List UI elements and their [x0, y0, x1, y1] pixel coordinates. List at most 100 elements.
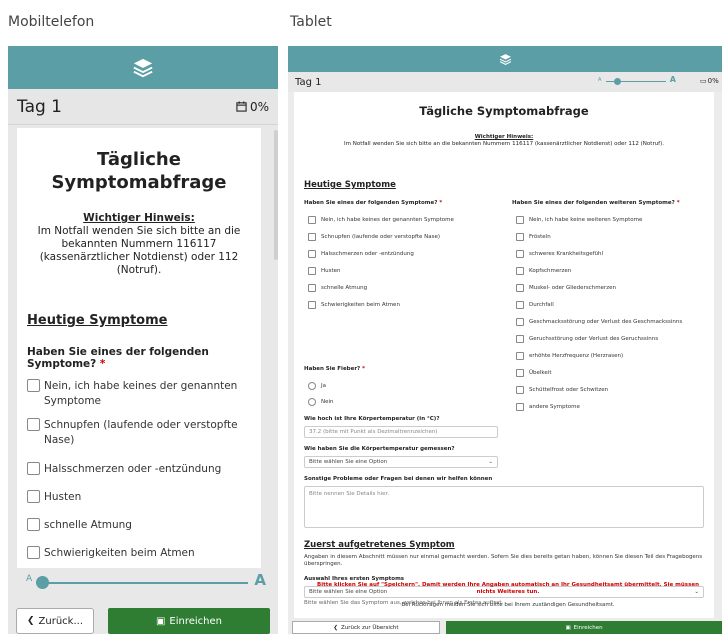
layers-logo-icon [133, 58, 153, 77]
checkbox[interactable] [516, 335, 524, 343]
checkbox[interactable] [27, 546, 40, 559]
checkbox[interactable] [516, 284, 524, 292]
form-panel-tablet: Tägliche Symptomabfrage Wichtiger Hinwei… [294, 92, 714, 618]
section-description: Angaben in diesem Abschnitt müssen nur e… [304, 554, 703, 567]
layers-logo-icon [499, 53, 511, 65]
save-icon: ▣ [155, 615, 166, 627]
chevron-left-icon: ❮ [26, 616, 35, 626]
checkbox-option[interactable]: Halsschmerzen oder -entzündung [308, 250, 414, 258]
checkbox-option[interactable]: schnelle Atmung [27, 518, 251, 533]
checkbox-option[interactable]: Nein, ich habe keine weiteren Symptome [516, 216, 642, 224]
checkbox-option[interactable]: Husten [27, 490, 251, 505]
checkbox[interactable] [516, 267, 524, 275]
chevron-left-icon: ❮ [333, 624, 339, 631]
font-small-label: A [26, 574, 33, 584]
font-size-slider[interactable]: A A [26, 571, 266, 592]
checkbox-option[interactable]: Schwierigkeiten beim Atmen [308, 301, 400, 309]
measure-method-select[interactable]: Bitte wählen Sie eine Option ⌄ [304, 456, 498, 468]
radio-fever-no[interactable]: Nein [308, 398, 334, 406]
checkbox[interactable] [27, 518, 40, 531]
section-heading-symptoms: Heutige Symptome [304, 180, 396, 190]
save-notice: Bitte klicken Sie auf "Speichern". Damit… [317, 582, 699, 595]
checkbox-option[interactable]: schnelle Atmung [308, 284, 367, 292]
checkbox-label: Schnupfen (laufende oder verstopfte Nase… [44, 419, 238, 446]
checkbox[interactable] [516, 301, 524, 309]
progress-indicator: 0% [236, 100, 269, 114]
checkbox-option[interactable]: Nein, ich habe keines der genannten Symp… [308, 216, 454, 224]
checkbox-option[interactable]: Geschmacksstörung oder Verlust des Gesch… [516, 318, 682, 326]
submit-button-tablet[interactable]: ▣ Einreichen [446, 621, 722, 634]
checkbox-label: schnelle Atmung [44, 519, 132, 531]
question-other: Sonstige Probleme oder Fragen bei denen … [304, 476, 493, 482]
checkbox-label: Schwierigkeiten beim Atmen [44, 547, 195, 559]
checkbox-label: andere Symptome [529, 404, 580, 410]
checkbox-option[interactable]: Husten [308, 267, 341, 275]
checkbox[interactable] [27, 418, 40, 431]
checkbox[interactable] [308, 267, 316, 275]
checkbox-label: Nein, ich habe keines der genannten Symp… [321, 217, 454, 223]
checkbox-option[interactable]: Durchfall [516, 301, 554, 309]
radio-fever-yes[interactable]: Ja [308, 382, 326, 390]
scrollbar-thumb[interactable] [274, 130, 278, 260]
checkbox-option[interactable]: Schwierigkeiten beim Atmen [27, 546, 251, 561]
save-icon: ▣ [565, 624, 571, 631]
chevron-down-icon: ⌄ [488, 459, 493, 465]
form-panel: Tägliche Symptomabfrage Wichtiger Hinwei… [17, 128, 261, 568]
checkbox-label: Kopfschmerzen [529, 268, 572, 274]
checkbox-option[interactable]: Halsschmerzen oder -entzündung [27, 462, 251, 477]
section-heading-first-symptom: Zuerst aufgetretenes Symptom [304, 540, 455, 550]
checkbox[interactable] [308, 233, 316, 241]
checkbox[interactable] [516, 216, 524, 224]
contact-notice: Bei Rückfragen melden Sie sich bitte bei… [401, 602, 615, 608]
checkbox-option[interactable]: Schnupfen (laufende oder verstopfte Nase… [308, 233, 440, 241]
checkbox-option[interactable]: Muskel- oder Gliederschmerzen [516, 284, 616, 292]
notice-text: Im Notfall wenden Sie sich bitte an die … [343, 141, 665, 147]
checkbox[interactable] [308, 284, 316, 292]
slider-handle[interactable] [614, 78, 621, 85]
temperature-input[interactable]: 37.2 (bitte mit Punkt als Dezimaltrennze… [304, 426, 498, 438]
checkbox-option[interactable]: schweres Krankheitsgefühl [516, 250, 603, 258]
submit-button[interactable]: ▣ Einreichen [108, 608, 270, 634]
progress-percent: 0% [249, 99, 269, 114]
other-textarea[interactable]: Bitte nennen Sie Details hier. [304, 486, 704, 528]
checkbox-option[interactable]: Schüttelfrost oder Schwitzen [516, 386, 608, 394]
checkbox[interactable] [27, 462, 40, 475]
checkbox-option[interactable]: Frösteln [516, 233, 551, 241]
checkbox-label: erhöhte Herzfrequenz (Herzrasen) [529, 353, 624, 359]
checkbox-label: Nein, ich habe keine weiteren Symptome [529, 217, 643, 223]
notice-heading: Wichtiger Hinweis: [474, 134, 534, 140]
checkbox[interactable] [308, 250, 316, 258]
checkbox-option[interactable]: Schnupfen (laufende oder verstopfte Nase… [27, 418, 251, 448]
checkbox-option[interactable]: Nein, ich habe keines der genannten Symp… [27, 379, 251, 409]
checkbox-option[interactable]: Geruchsstörung oder Verlust des Geruchss… [516, 335, 658, 343]
checkbox[interactable] [516, 403, 524, 411]
checkbox[interactable] [516, 233, 524, 241]
checkbox-label: Frösteln [529, 234, 551, 240]
checkbox-option[interactable]: andere Symptome [516, 403, 580, 411]
back-to-overview-button[interactable]: ❮ Zurück zur Übersicht [292, 621, 440, 634]
app-header [8, 46, 278, 89]
question-symptoms: Haben Sie eines der folgenden Symptome? … [304, 200, 443, 206]
day-label: Tag 1 [17, 96, 62, 117]
question-fever: Haben Sie Fieber? * [304, 366, 366, 372]
checkbox-option[interactable]: Kopfschmerzen [516, 267, 571, 275]
progress-bar-row: Tag 1 0% [8, 89, 278, 125]
checkbox[interactable] [516, 250, 524, 258]
checkbox[interactable] [516, 318, 524, 326]
checkbox[interactable] [516, 369, 524, 377]
question-symptoms: Haben Sie eines der folgenden Symptome? … [27, 346, 209, 370]
slider-handle[interactable] [36, 576, 49, 589]
checkbox-option[interactable]: erhöhte Herzfrequenz (Herzrasen) [516, 352, 623, 360]
checkbox-option[interactable]: Übelkeit [516, 369, 552, 377]
checkbox-label: Nein, ich habe keines der genannten Symp… [44, 380, 238, 407]
back-button[interactable]: ❮ Zurück... [16, 608, 94, 634]
checkbox[interactable] [516, 352, 524, 360]
checkbox[interactable] [516, 386, 524, 394]
section-heading: Heutige Symptome [27, 313, 168, 328]
checkbox[interactable] [27, 379, 40, 392]
checkbox[interactable] [27, 490, 40, 503]
checkbox[interactable] [308, 301, 316, 309]
checkbox-label: Geschmacksstörung oder Verlust des Gesch… [529, 319, 683, 325]
checkbox[interactable] [308, 216, 316, 224]
font-size-slider-tablet[interactable]: A A [598, 75, 678, 86]
